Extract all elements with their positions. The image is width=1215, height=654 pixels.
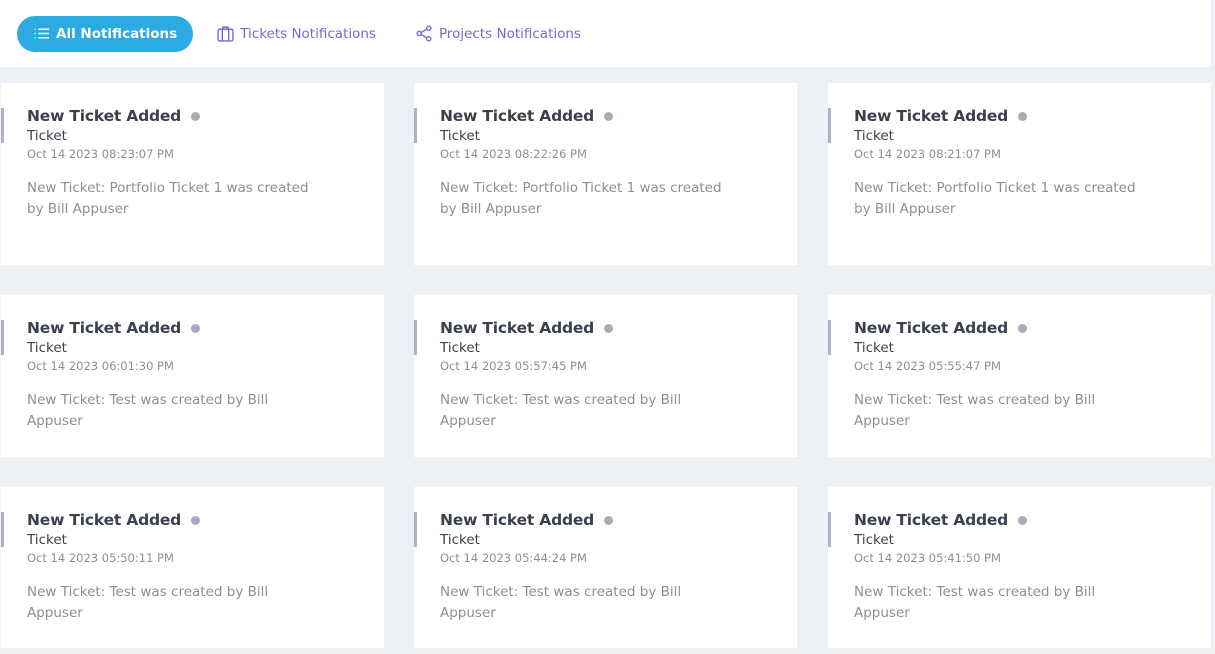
tab-all-notifications[interactable]: All Notifications xyxy=(17,15,194,52)
share-icon xyxy=(416,25,432,42)
unread-dot-icon xyxy=(1018,323,1028,333)
unread-dot-icon xyxy=(604,323,614,333)
notification-date: Oct 14 2023 06:01:30 PM xyxy=(27,359,174,373)
notification-body: New Ticket: Portfolio Ticket 1 was creat… xyxy=(440,180,722,217)
notification-card[interactable]: New Ticket Added Ticket Oct 14 2023 05:4… xyxy=(828,487,1211,648)
notification-body: New Ticket: Test was created by Bill App… xyxy=(27,392,269,429)
card-accent-bar xyxy=(828,108,831,143)
notification-title-row: New Ticket Added xyxy=(27,319,358,337)
notification-title-row: New Ticket Added xyxy=(854,511,1185,529)
tab-projects-notifications[interactable]: Projects Notifications xyxy=(400,16,597,52)
card-accent-bar xyxy=(1,512,4,547)
notification-body: New Ticket: Portfolio Ticket 1 was creat… xyxy=(854,180,1136,217)
notification-card[interactable]: New Ticket Added Ticket Oct 14 2023 05:5… xyxy=(828,295,1211,457)
notification-date: Oct 14 2023 05:55:47 PM xyxy=(854,359,1001,373)
unread-dot-icon xyxy=(1018,515,1028,525)
notification-body: New Ticket: Portfolio Ticket 1 was creat… xyxy=(27,180,309,217)
notification-type: Ticket xyxy=(854,340,894,356)
notification-title-row: New Ticket Added xyxy=(27,511,358,529)
notification-date: Oct 14 2023 05:57:45 PM xyxy=(440,359,587,373)
notification-type: Ticket xyxy=(440,532,480,548)
briefcase-icon xyxy=(217,26,234,42)
unread-dot-icon xyxy=(604,111,614,121)
card-accent-bar xyxy=(1,108,4,143)
unread-dot-icon xyxy=(1018,111,1028,121)
card-accent-bar xyxy=(828,320,831,355)
notification-title: New Ticket Added xyxy=(27,107,182,125)
notification-body: New Ticket: Test was created by Bill App… xyxy=(854,584,1096,621)
notification-title-row: New Ticket Added xyxy=(27,107,358,125)
notification-title: New Ticket Added xyxy=(27,511,182,529)
unread-dot-icon xyxy=(604,515,614,525)
tab-label: Tickets Notifications xyxy=(240,25,376,42)
notification-body: New Ticket: Test was created by Bill App… xyxy=(440,392,682,429)
card-accent-bar xyxy=(414,320,417,355)
list-icon xyxy=(34,28,49,39)
unread-dot-icon xyxy=(191,323,201,333)
unread-dot-icon xyxy=(191,515,201,525)
notification-date: Oct 14 2023 08:22:26 PM xyxy=(440,147,587,161)
notification-type: Ticket xyxy=(854,128,894,144)
notification-type: Ticket xyxy=(854,532,894,548)
notification-body: New Ticket: Test was created by Bill App… xyxy=(854,392,1096,429)
notification-type: Ticket xyxy=(440,128,480,144)
notification-type: Ticket xyxy=(27,340,67,356)
notification-body: New Ticket: Test was created by Bill App… xyxy=(27,584,269,621)
notification-title: New Ticket Added xyxy=(440,107,595,125)
notification-title: New Ticket Added xyxy=(440,319,595,337)
notification-card[interactable]: New Ticket Added Ticket Oct 14 2023 06:0… xyxy=(1,295,384,457)
notification-type: Ticket xyxy=(27,532,67,548)
notification-title: New Ticket Added xyxy=(854,511,1009,529)
notification-card[interactable]: New Ticket Added Ticket Oct 14 2023 05:5… xyxy=(414,295,797,457)
card-accent-bar xyxy=(414,512,417,547)
notification-card[interactable]: New Ticket Added Ticket Oct 14 2023 05:4… xyxy=(414,487,797,648)
card-accent-bar xyxy=(828,512,831,547)
notification-title: New Ticket Added xyxy=(854,319,1009,337)
notification-title-row: New Ticket Added xyxy=(440,319,771,337)
notification-date: Oct 14 2023 05:41:50 PM xyxy=(854,551,1001,565)
tab-label: Projects Notifications xyxy=(438,25,581,42)
card-accent-bar xyxy=(1,320,4,355)
notification-card[interactable]: New Ticket Added Ticket Oct 14 2023 05:5… xyxy=(1,487,384,648)
tab-label: All Notifications xyxy=(56,25,178,42)
notification-card[interactable]: New Ticket Added Ticket Oct 14 2023 08:2… xyxy=(414,83,797,265)
notification-date: Oct 14 2023 08:21:07 PM xyxy=(854,147,1001,161)
notification-tabs: All Notifications Tickets Notifications … xyxy=(0,0,1211,67)
notification-title-row: New Ticket Added xyxy=(854,319,1185,337)
notification-type: Ticket xyxy=(27,128,67,144)
notification-title: New Ticket Added xyxy=(440,511,595,529)
notification-date: Oct 14 2023 05:50:11 PM xyxy=(27,551,174,565)
notification-type: Ticket xyxy=(440,340,480,356)
notification-title-row: New Ticket Added xyxy=(854,107,1185,125)
card-accent-bar xyxy=(414,108,417,143)
unread-dot-icon xyxy=(191,111,201,121)
notification-date: Oct 14 2023 08:23:07 PM xyxy=(27,147,174,161)
notification-card[interactable]: New Ticket Added Ticket Oct 14 2023 08:2… xyxy=(1,83,384,265)
tab-tickets-notifications[interactable]: Tickets Notifications xyxy=(201,16,392,52)
notification-title-row: New Ticket Added xyxy=(440,511,771,529)
notification-title: New Ticket Added xyxy=(27,319,182,337)
notification-card[interactable]: New Ticket Added Ticket Oct 14 2023 08:2… xyxy=(828,83,1211,265)
notification-title-row: New Ticket Added xyxy=(440,107,771,125)
notification-body: New Ticket: Test was created by Bill App… xyxy=(440,584,682,621)
notification-date: Oct 14 2023 05:44:24 PM xyxy=(440,551,587,565)
notification-title: New Ticket Added xyxy=(854,107,1009,125)
